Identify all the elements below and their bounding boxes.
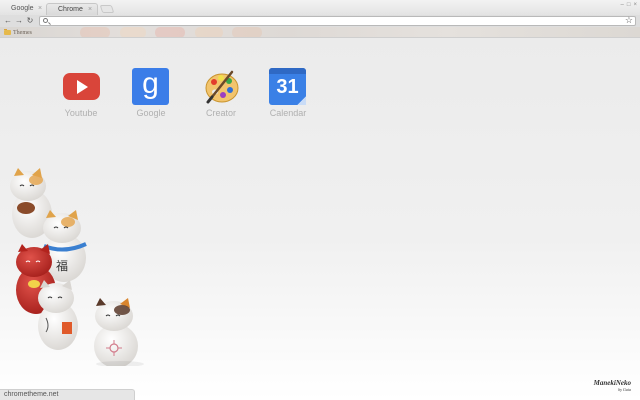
- omnibox-input[interactable]: [51, 17, 621, 25]
- back-icon[interactable]: ←: [3, 16, 13, 26]
- tab-google-close-icon[interactable]: ×: [38, 3, 42, 15]
- bookmark-themes[interactable]: Themes: [4, 28, 32, 37]
- search-icon: [43, 18, 48, 23]
- toolbar: ← → ↻ ☆: [0, 15, 640, 27]
- maneki-neko-artwork: 福: [10, 168, 144, 366]
- bookmarks-bar: Themes: [0, 27, 640, 38]
- close-window-icon[interactable]: ×: [633, 0, 637, 10]
- youtube-icon: [62, 68, 100, 106]
- tab-strip: Google × Chrome × – □ ×: [0, 0, 640, 15]
- watermark-title: ManekiNeko: [593, 379, 631, 387]
- app-calendar[interactable]: 31 Calendar: [258, 68, 318, 118]
- google-icon: g: [132, 68, 170, 106]
- window-controls: – □ ×: [621, 0, 637, 10]
- app-youtube[interactable]: Youtube: [51, 68, 111, 118]
- theme-watermark: ManekiNeko by Gaia: [594, 379, 631, 392]
- apps-grid: Youtube g Google Creator 31 Calendar: [0, 38, 640, 128]
- folder-icon: [4, 29, 11, 35]
- app-creator-label: Creator: [205, 108, 236, 118]
- tab-google[interactable]: Google ×: [0, 3, 46, 15]
- forward-icon[interactable]: →: [14, 16, 24, 26]
- calendar-icon: 31: [269, 68, 307, 106]
- app-google[interactable]: g Google: [121, 68, 181, 118]
- bookmark-star-icon[interactable]: ☆: [625, 15, 633, 26]
- reload-icon[interactable]: ↻: [25, 16, 35, 26]
- minimize-icon[interactable]: –: [621, 0, 624, 10]
- app-google-label: Google: [136, 108, 166, 118]
- tab-chrome[interactable]: Chrome ×: [46, 3, 98, 15]
- status-bubble: chrometheme.net: [0, 389, 135, 400]
- new-tab-button[interactable]: [99, 5, 115, 13]
- watermark-author: by Gaia: [618, 387, 631, 392]
- tab-chrome-label: Chrome: [58, 6, 83, 13]
- tab-google-label: Google: [11, 5, 34, 12]
- svg-text:福: 福: [56, 258, 68, 273]
- new-tab-page: Youtube g Google Creator 31 Calendar 福 M…: [0, 38, 640, 400]
- app-youtube-label: Youtube: [64, 108, 98, 118]
- bookmark-themes-label: Themes: [13, 29, 32, 36]
- app-calendar-label: Calendar: [269, 108, 307, 118]
- omnibox[interactable]: ☆: [39, 15, 636, 26]
- maximize-icon[interactable]: □: [627, 0, 631, 10]
- app-creator[interactable]: Creator: [191, 68, 251, 118]
- palette-icon: [202, 68, 240, 106]
